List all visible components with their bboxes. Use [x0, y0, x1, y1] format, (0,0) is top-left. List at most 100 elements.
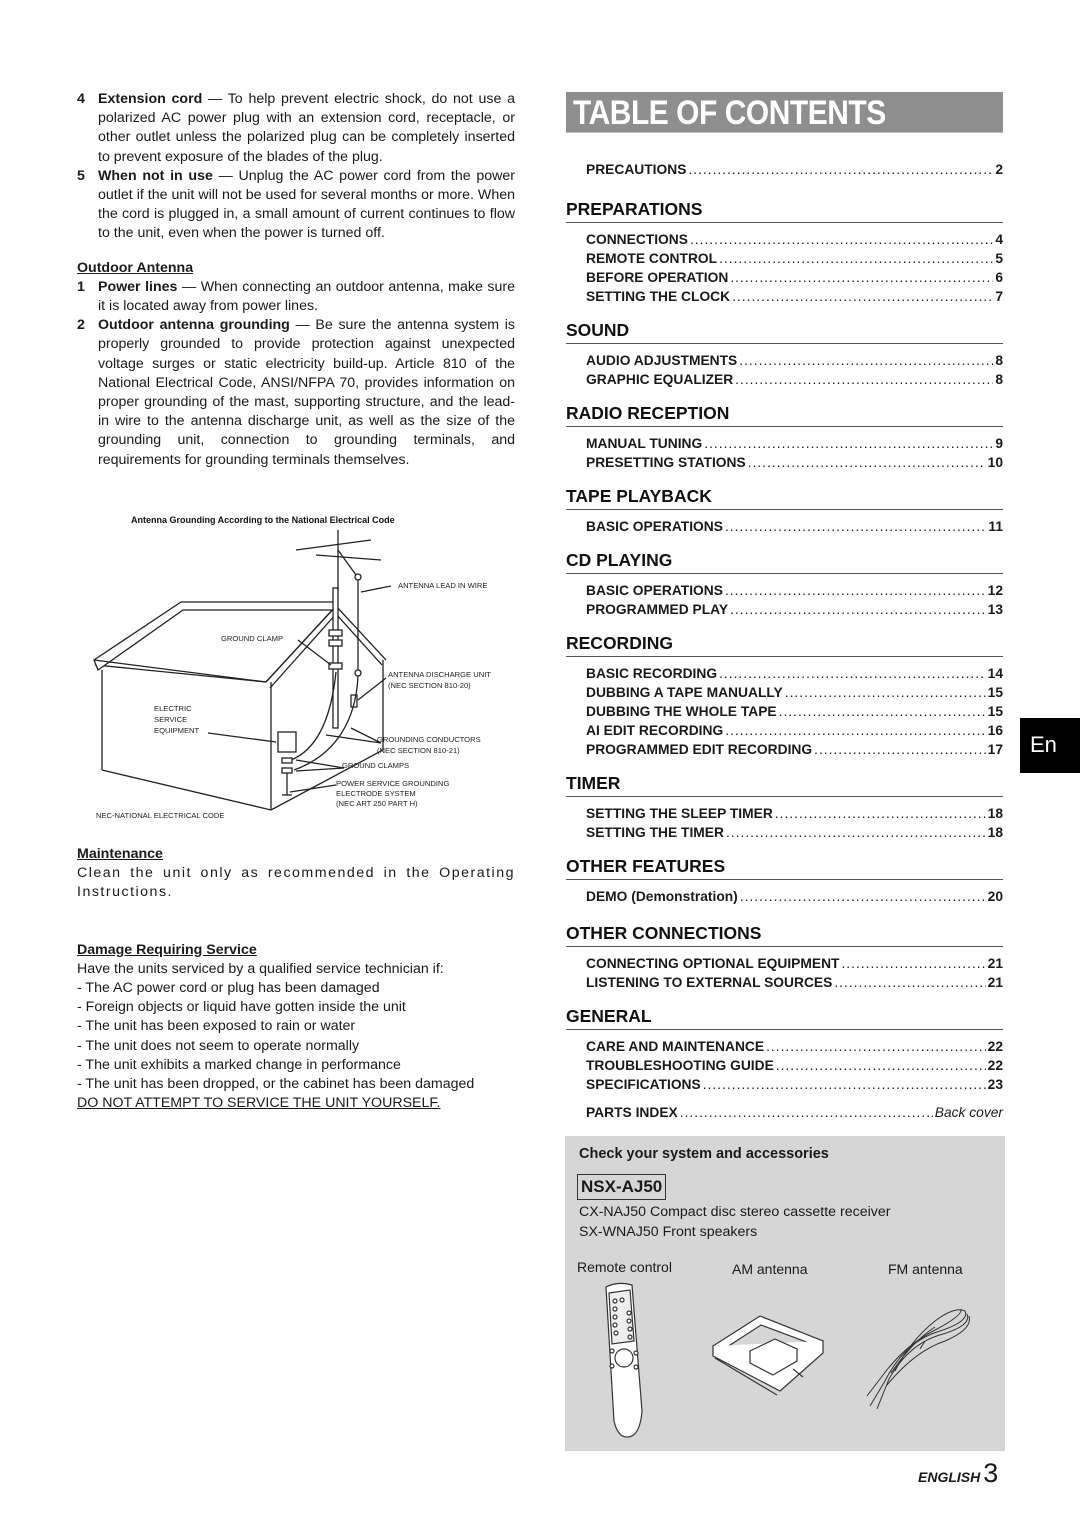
toc-entry-parts-index[interactable]: PARTS INDEX Back cover [586, 1103, 1003, 1122]
toc-entry-page: 21 [987, 956, 1003, 971]
item-number: 4 [77, 91, 85, 107]
toc-section: SOUND AUDIO ADJUSTMENTS 8 GRAPHIC EQUALIZER… [566, 319, 1003, 389]
dot-leader [719, 664, 986, 683]
toc-entry-page: 17 [987, 742, 1003, 757]
page-number: 3 [983, 1458, 999, 1488]
toc-entry-label: BASIC RECORDING [586, 666, 718, 681]
toc-section-title[interactable]: TIMER [566, 772, 1003, 797]
diagram-title: Antenna Grounding According to the Natio… [131, 515, 395, 525]
toc-entry[interactable]: GRAPHIC EQUALIZER 8 [586, 370, 1003, 389]
toc-entry[interactable]: DUBBING THE WHOLE TAPE 15 [586, 702, 1003, 721]
dot-leader [703, 1075, 986, 1094]
toc-entry[interactable]: SETTING THE CLOCK 7 [586, 287, 1003, 306]
toc-entry[interactable]: AI EDIT RECORDING 16 [586, 721, 1003, 740]
toc-entry-label: BASIC OPERATIONS [586, 519, 723, 534]
toc-entry[interactable]: BASIC RECORDING 14 [586, 664, 1003, 683]
toc-section-title[interactable]: RECORDING [566, 632, 1003, 657]
toc-entry-label: DEMO (Demonstration) [586, 889, 738, 904]
toc-entry[interactable]: SPECIFICATIONS 23 [586, 1075, 1003, 1094]
toc-section-title[interactable]: CD PLAYING [566, 549, 1003, 574]
toc-entry[interactable]: MANUAL TUNING 9 [586, 434, 1003, 453]
toc-entry[interactable]: TROUBLESHOOTING GUIDE 22 [586, 1056, 1003, 1075]
toc-section: TIMER SETTING THE SLEEP TIMER18SETTING TH… [566, 772, 1003, 842]
toc-entry-precautions[interactable]: PRECAUTIONS 2 [586, 160, 1003, 179]
toc-entry[interactable]: AUDIO ADJUSTMENTS 8 [586, 351, 1003, 370]
language-tab-label: En [1030, 732, 1057, 757]
dot-leader [730, 600, 986, 619]
dot-leader [688, 160, 993, 179]
toc-entry-label: AUDIO ADJUSTMENTS [586, 353, 738, 368]
dot-leader [719, 249, 993, 268]
dot-leader [732, 287, 993, 306]
damage-item: - The unit does not seem to operate norm… [77, 1037, 360, 1054]
safety-item: 4 Extension cord — To help prevent elect… [77, 90, 515, 167]
toc-entry[interactable]: PROGRAMMED PLAY 13 [586, 600, 1003, 619]
label-ground-clamps: GROUND CLAMPS [342, 761, 409, 770]
toc-section-title[interactable]: SOUND [566, 319, 1003, 344]
toc-entry-label: CARE AND MAINTENANCE [586, 1039, 765, 1054]
toc-entry[interactable]: DEMO (Demonstration) 20 [586, 887, 1003, 906]
maintenance-heading: Maintenance [77, 846, 163, 862]
toc-section-title[interactable]: PREPARATIONS [566, 198, 1003, 223]
toc-entry-label: MANUAL TUNING [586, 436, 703, 451]
toc-section-title[interactable]: TAPE PLAYBACK [566, 485, 1003, 510]
toc-entry-label: CONNECTIONS [586, 232, 688, 247]
dot-leader [776, 1056, 986, 1075]
toc-entry[interactable]: DUBBING A TAPE MANUALLY 15 [586, 683, 1003, 702]
toc-entry-label: PROGRAMMED PLAY [586, 602, 729, 617]
dot-leader [726, 823, 986, 842]
dot-leader [841, 954, 985, 973]
toc-entry-label: SETTING THE CLOCK [586, 289, 731, 304]
toc-entry-label: SETTING THE SLEEP TIMER [586, 806, 773, 821]
toc-entry-page: 14 [987, 666, 1003, 681]
toc-entry[interactable]: BASIC OPERATIONS 11 [586, 517, 1003, 536]
toc-entry[interactable]: BEFORE OPERATION 6 [586, 268, 1003, 287]
service-section: Maintenance Clean the unit only as recom… [77, 845, 515, 1113]
antenna-grounding-diagram: Antenna Grounding According to the Natio… [86, 510, 526, 830]
dot-leader [814, 740, 986, 759]
toc-entry-page: 4 [995, 232, 1003, 247]
toc-section-title[interactable]: RADIO RECEPTION [566, 402, 1003, 427]
toc-section-title[interactable]: GENERAL [566, 1005, 1003, 1030]
damage-item: - The unit has been exposed to rain or w… [77, 1018, 356, 1035]
accessories-box: Check your system and accessories NSX-AJ… [565, 1136, 1005, 1451]
toc-entry-label: AI EDIT RECORDING [586, 723, 724, 738]
toc-section: GENERAL CARE AND MAINTENANCE22TROUBLESHOO… [566, 1005, 1003, 1094]
toc-entry-page: Back cover [934, 1105, 1003, 1120]
dot-leader [766, 1037, 986, 1056]
toc-entry[interactable]: CONNECTING OPTIONAL EQUIPMENT 21 [586, 954, 1003, 973]
toc-entry[interactable]: BASIC OPERATIONS 12 [586, 581, 1003, 600]
toc-entry[interactable]: SETTING THE SLEEP TIMER 18 [586, 804, 1003, 823]
toc-entry[interactable]: CARE AND MAINTENANCE 22 [586, 1037, 1003, 1056]
toc-entry-label: PRECAUTIONS [586, 162, 687, 177]
damage-item: - The AC power cord or plug has been dam… [77, 980, 380, 997]
toc-entry[interactable]: SETTING THE TIMER 18 [586, 823, 1003, 842]
toc-entry[interactable]: PROGRAMMED EDIT RECORDING 17 [586, 740, 1003, 759]
model-badge: NSX-AJ50 [577, 1174, 667, 1200]
toc-section: RECORDING BASIC RECORDING 14 DUBBING A TAPE… [566, 632, 1003, 759]
toc-entry-page: 8 [995, 353, 1003, 368]
toc-entry[interactable]: PRESETTING STATIONS 10 [586, 453, 1003, 472]
toc-entry[interactable]: REMOTE CONTROL 5 [586, 249, 1003, 268]
toc-entry-page: 6 [995, 270, 1003, 285]
label-conductors-section: (NEC SECTION 810-21) [377, 746, 460, 755]
label-grounding-conductors: GROUNDING CONDUCTORS [377, 735, 481, 744]
label-discharge-unit: ANTENNA DISCHARGE UNIT [388, 670, 491, 679]
toc-banner: TABLE OF CONTENTS [566, 92, 1003, 133]
item-number: 1 [77, 278, 85, 295]
toc-entry-label: BEFORE OPERATION [586, 270, 729, 285]
toc-entry-page: 7 [995, 289, 1003, 304]
antenna-item: 1 Power lines — When connecting an outdo… [77, 278, 515, 316]
toc-section-title[interactable]: OTHER CONNECTIONS [566, 922, 1003, 947]
toc-section-title[interactable]: OTHER FEATURES [566, 855, 1003, 880]
toc-section: PREPARATIONS CONNECTIONS 4 REMOTE CONTROL 5 B… [566, 198, 1003, 306]
dot-leader [785, 683, 986, 702]
toc-entry-page: 5 [995, 251, 1003, 266]
toc-entry[interactable]: CONNECTIONS 4 [586, 230, 1003, 249]
toc-entry-page: 21 [987, 975, 1003, 990]
label-power-service: POWER SERVICE GROUNDING [336, 779, 449, 788]
toc-entry[interactable]: LISTENING TO EXTERNAL SOURCES 21 [586, 973, 1003, 992]
language-tab: En [1020, 718, 1080, 773]
toc-entry-label: PARTS INDEX [586, 1105, 678, 1120]
toc-entry-page: 13 [987, 602, 1003, 617]
